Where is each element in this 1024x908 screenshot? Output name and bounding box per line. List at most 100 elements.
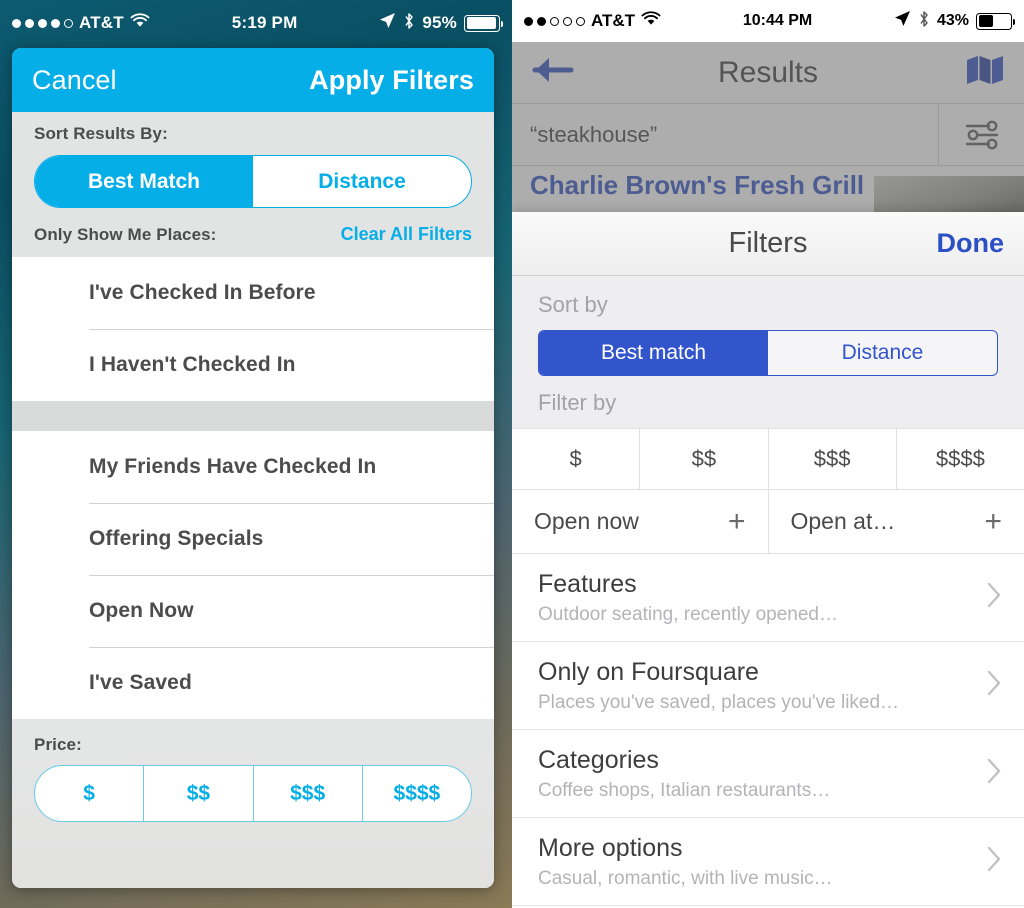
left-filter-list-group-1: I've Checked In Before I Haven't Checked… [12, 257, 494, 401]
location-arrow-icon [894, 10, 911, 32]
price-option-4[interactable]: $$$$ [361, 766, 471, 821]
disclosure-title: Categories [538, 745, 659, 774]
plus-icon[interactable]: + [984, 506, 1002, 537]
disclosure-title: Features [538, 569, 637, 598]
left-phone-screen: AT&T 5:19 PM 95% Cancel Apply Filters So… [0, 0, 512, 908]
open-at-cell[interactable]: Open at… + [767, 490, 1024, 553]
left-price-section: Price: $ $$ $$$ $$$$ [12, 719, 494, 888]
apply-filters-button[interactable]: Apply Filters [309, 65, 474, 96]
disclosure-title: More options [538, 833, 683, 862]
list-item[interactable]: I've Checked In Before [12, 257, 494, 329]
price-option-3[interactable]: $$$ [252, 766, 362, 821]
left-status-indicators: 95% [379, 12, 503, 35]
sort-results-label: Sort Results By: [34, 124, 168, 143]
open-at-label: Open at… [790, 508, 896, 534]
filter-by-label: Filter by [538, 390, 617, 415]
right-sort-segmented-control[interactable]: Best match Distance [538, 330, 998, 376]
list-item[interactable]: Offering Specials [12, 503, 494, 575]
disclosure-text: Features Outdoor seating, recently opene… [538, 570, 838, 626]
price-option-3[interactable]: $$$ [767, 429, 896, 489]
carrier-label: AT&T [591, 11, 636, 30]
sort-option-best-match[interactable]: Best Match [35, 156, 253, 207]
filters-sheet-navbar: Filters Done [512, 212, 1024, 276]
open-now-label: Open now [534, 508, 639, 534]
wifi-icon [641, 11, 661, 31]
list-item[interactable]: I Haven't Checked In [12, 329, 494, 401]
left-status-bar: AT&T 5:19 PM 95% [0, 0, 512, 46]
list-item-label: Open Now [89, 599, 194, 622]
disclosure-text: Only on Foursquare Places you've saved, … [538, 658, 899, 714]
left-list-divider [12, 401, 494, 431]
chevron-right-icon [986, 845, 1002, 878]
disclosure-subtitle: Casual, romantic, with live music… [538, 867, 833, 889]
sort-option-best-match[interactable]: Best match [539, 331, 768, 375]
disclosure-text: More options Casual, romantic, with live… [538, 834, 833, 890]
bluetooth-icon [403, 12, 415, 35]
battery-icon [976, 12, 1015, 30]
right-status-bar: AT&T 10:44 PM 43% [512, 0, 1024, 42]
disclosure-row-more-options[interactable]: More options Casual, romantic, with live… [512, 818, 1024, 906]
wifi-icon [130, 13, 150, 33]
left-sort-section: Sort Results By: Best Match Distance [12, 112, 494, 208]
left-price-segmented-control[interactable]: $ $$ $$$ $$$$ [34, 765, 472, 822]
right-price-row[interactable]: $ $$ $$$ $$$$ [512, 428, 1024, 490]
sort-by-label: Sort by [538, 292, 608, 317]
left-only-show-row: Only Show Me Places: Clear All Filters [12, 208, 494, 257]
disclosure-text: Categories Coffee shops, Italian restaur… [538, 746, 830, 802]
disclosure-subtitle: Places you've saved, places you've liked… [538, 691, 900, 713]
disclosure-row-categories[interactable]: Categories Coffee shops, Italian restaur… [512, 730, 1024, 818]
chevron-right-icon [986, 757, 1002, 790]
price-label: Price: [34, 735, 82, 754]
right-status-indicators: 43% [894, 10, 1015, 33]
right-sort-section: Sort by Best match Distance [512, 276, 1024, 390]
right-status-carrier-group: AT&T [524, 11, 661, 31]
cancel-button[interactable]: Cancel [32, 65, 117, 96]
left-modal-navbar: Cancel Apply Filters [12, 48, 494, 112]
disclosure-subtitle: Outdoor seating, recently opened… [538, 603, 838, 625]
price-option-2[interactable]: $$ [143, 766, 252, 821]
left-status-carrier-group: AT&T [12, 13, 150, 33]
battery-percent-label: 43% [936, 12, 969, 29]
list-item-label: I've Saved [89, 671, 192, 694]
filters-sheet: Filters Done Sort by Best match Distance… [512, 212, 1024, 908]
left-sort-segmented-control[interactable]: Best Match Distance [34, 155, 472, 208]
list-item[interactable]: I've Saved [12, 647, 494, 719]
carrier-label: AT&T [79, 13, 124, 32]
list-item-label: Offering Specials [89, 527, 264, 550]
disclosure-title: Only on Foursquare [538, 657, 759, 686]
disclosure-row-features[interactable]: Features Outdoor seating, recently opene… [512, 554, 1024, 642]
sort-option-distance[interactable]: Distance [253, 156, 471, 207]
clear-all-filters-button[interactable]: Clear All Filters [341, 224, 472, 245]
right-open-row: Open now + Open at… + [512, 490, 1024, 554]
filter-by-section: Filter by [512, 390, 1024, 428]
left-filter-list-group-2: My Friends Have Checked In Offering Spec… [12, 431, 494, 719]
chevron-right-icon [986, 669, 1002, 702]
price-option-1[interactable]: $ [512, 429, 639, 489]
bluetooth-icon [918, 10, 930, 33]
sort-option-distance[interactable]: Distance [768, 331, 997, 375]
left-filters-modal: Cancel Apply Filters Sort Results By: Be… [12, 48, 494, 888]
battery-percent-label: 95% [422, 13, 457, 32]
comparison-screenshot: AT&T 5:19 PM 95% Cancel Apply Filters So… [0, 0, 1024, 908]
price-option-1[interactable]: $ [35, 766, 143, 821]
price-option-2[interactable]: $$ [639, 429, 767, 489]
left-status-time: 5:19 PM [231, 13, 298, 32]
right-status-time: 10:44 PM [742, 12, 813, 29]
disclosure-row-only-on-foursquare[interactable]: Only on Foursquare Places you've saved, … [512, 642, 1024, 730]
signal-strength-icon [12, 18, 73, 28]
list-item-label: I Haven't Checked In [89, 353, 296, 376]
price-option-4[interactable]: $$$$ [895, 429, 1024, 489]
battery-icon [464, 14, 503, 32]
list-item-label: I've Checked In Before [89, 281, 316, 304]
plus-icon[interactable]: + [728, 506, 746, 537]
open-now-cell[interactable]: Open now + [512, 490, 768, 553]
done-button[interactable]: Done [937, 228, 1005, 259]
location-arrow-icon [379, 12, 396, 34]
only-show-me-places-label: Only Show Me Places: [34, 225, 217, 244]
list-item[interactable]: Open Now [12, 575, 494, 647]
disclosure-subtitle: Coffee shops, Italian restaurants… [538, 779, 831, 801]
right-phone-screen: AT&T 10:44 PM 43% Filters Done Sort by B… [512, 0, 1024, 908]
list-item[interactable]: My Friends Have Checked In [12, 431, 494, 503]
list-item-label: My Friends Have Checked In [89, 455, 377, 478]
signal-strength-icon [524, 16, 585, 26]
